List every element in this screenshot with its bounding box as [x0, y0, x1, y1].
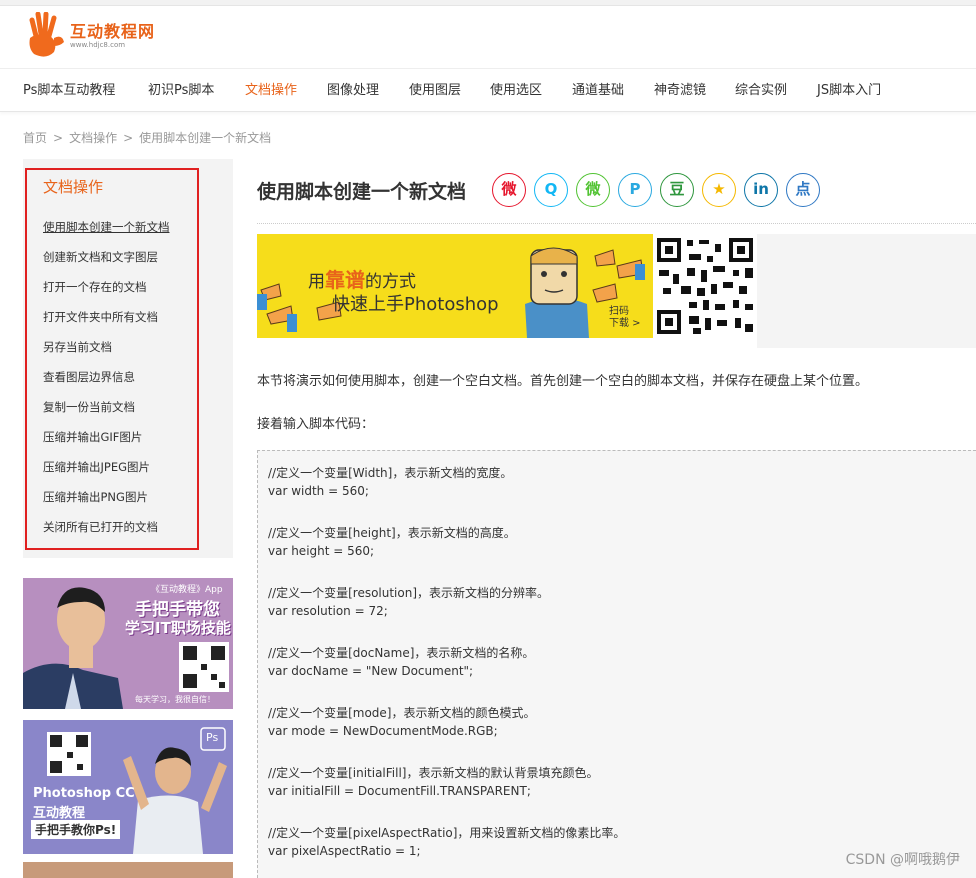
nav-item-filters[interactable]: 神奇滤镜 — [654, 69, 706, 113]
article-title: 使用脚本创建一个新文档 — [257, 181, 467, 203]
linkedin-icon[interactable]: in — [744, 173, 778, 207]
nav-item-js-intro[interactable]: JS脚本入门 — [817, 69, 881, 113]
ad2-title: Photoshop CC — [33, 786, 135, 801]
code-comment: //定义一个变量[docName]，表示新文档的名称。 — [268, 646, 535, 660]
code-prompt: 接着输入脚本代码： — [257, 417, 375, 432]
nav-item-examples[interactable]: 综合实例 — [735, 69, 787, 113]
hand-logo-icon — [29, 12, 64, 57]
code-comment: //定义一个变量[initialFill]，表示新文档的默认背景填充颜色。 — [268, 766, 599, 780]
qzone-icon[interactable]: ★ — [702, 173, 736, 207]
nav-item-selection[interactable]: 使用选区 — [490, 69, 542, 113]
banner-line-1: 用靠谱的方式 — [308, 264, 416, 293]
code-comment: //定义一个变量[height]，表示新文档的高度。 — [268, 526, 516, 540]
ad1-subheadline: 学习IT职场技能 — [125, 619, 231, 637]
banner-text-suffix: 的方式 — [365, 272, 416, 292]
sidebar-item[interactable]: 使用脚本创建一个新文档 — [43, 219, 170, 235]
banner-scan-text: 扫码 — [609, 306, 629, 317]
ad1-footer: 每天学习，我很自信！ — [135, 695, 215, 704]
code-statement: var resolution = 72; — [268, 604, 388, 618]
nav-item-document-ops[interactable]: 文档操作 — [245, 69, 297, 113]
breadcrumb-separator: > — [53, 131, 64, 145]
ad2-subtitle: 互动教程 — [33, 806, 86, 821]
app-ad-banner[interactable]: 《互动教程》App 手把手带您 学习IT职场技能 每天学习，我很自信！ — [23, 578, 233, 709]
sidebar-item[interactable]: 另存当前文档 — [43, 339, 112, 355]
code-statement: var docName = "New Document"; — [268, 664, 474, 678]
code-statement: var initialFill = DocumentFill.TRANSPARE… — [268, 784, 531, 798]
breadcrumb-current: 使用脚本创建一个新文档 — [139, 131, 272, 145]
sidebar-item[interactable]: 查看图层边界信息 — [43, 369, 135, 385]
logo-url: www.hdjc8.com — [70, 41, 126, 49]
csdn-watermark: CSDN @啊哦鹅伊 — [845, 852, 960, 868]
site-logo[interactable]: 互动教程网 www.hdjc8.com — [24, 12, 164, 62]
nav-item-intro[interactable]: 初识Ps脚本 — [148, 69, 214, 113]
sidebar-item[interactable]: 压缩并输出JPEG图片 — [43, 459, 150, 475]
banner-side-panel — [757, 234, 976, 348]
sidebar-title: 文档操作 — [43, 178, 104, 196]
qq-icon[interactable]: Q — [534, 173, 568, 207]
wechat-icon[interactable]: 微 — [576, 173, 610, 207]
main-nav: Ps脚本互动教程 初识Ps脚本 文档操作 图像处理 使用图层 使用选区 通道基础… — [0, 68, 976, 112]
sidebar-item[interactable]: 关闭所有已打开的文档 — [43, 519, 158, 535]
weibo-icon[interactable]: 微 — [492, 173, 526, 207]
sidebar-item[interactable]: 创建新文档和文字图层 — [43, 249, 158, 265]
sidebar-item[interactable]: 复制一份当前文档 — [43, 399, 135, 415]
sidebar-item[interactable]: 压缩并输出PNG图片 — [43, 489, 148, 505]
banner-text-highlight: 靠谱 — [325, 268, 365, 292]
pinterest-icon[interactable]: P — [618, 173, 652, 207]
douban-icon[interactable]: 豆 — [660, 173, 694, 207]
nav-item-ps-script-tutorial[interactable]: Ps脚本互动教程 — [23, 69, 115, 113]
breadcrumb: 首页 > 文档操作 > 使用脚本创建一个新文档 — [23, 129, 277, 146]
nav-item-image-processing[interactable]: 图像处理 — [327, 69, 379, 113]
intro-paragraph: 本节将演示如何使用脚本，创建一个空白文档。首先创建一个空白的脚本文档，并保存在硬… — [257, 374, 869, 389]
banner-text-prefix: 用 — [308, 272, 325, 292]
code-comment: //定义一个变量[resolution]，表示新文档的分辨率。 — [268, 586, 550, 600]
ad2-slogan: 手把手教你Ps! — [31, 820, 121, 839]
code-statement: var pixelAspectRatio = 1; — [268, 844, 421, 858]
breadcrumb-home[interactable]: 首页 — [23, 131, 47, 145]
code-statement: var height = 560; — [268, 544, 375, 558]
ad1-app-label: 《互动教程》App — [151, 585, 223, 595]
breadcrumb-section[interactable]: 文档操作 — [69, 131, 117, 145]
site-header: 互动教程网 www.hdjc8.com — [0, 6, 976, 66]
dianping-icon[interactable]: 点 — [786, 173, 820, 207]
ps-badge: Ps — [206, 731, 219, 744]
sidebar-item[interactable]: 打开文件夹中所有文档 — [43, 309, 158, 325]
sidebar-item[interactable]: 打开一个存在的文档 — [43, 279, 147, 295]
code-statement: var width = 560; — [268, 484, 369, 498]
third-ad-banner[interactable] — [23, 862, 233, 878]
sidebar-item[interactable]: 压缩并输出GIF图片 — [43, 429, 142, 445]
code-comment: //定义一个变量[pixelAspectRatio]，用来设置新文档的像素比率。 — [268, 826, 626, 840]
code-statement: var mode = NewDocumentMode.RGB; — [268, 724, 498, 738]
nav-item-layers[interactable]: 使用图层 — [409, 69, 461, 113]
code-comment: //定义一个变量[mode]，表示新文档的颜色模式。 — [268, 706, 536, 720]
nav-item-channels[interactable]: 通道基础 — [572, 69, 624, 113]
photoshop-course-ad[interactable]: Ps Photoshop CC 互动教程 手把手教你Ps! — [23, 720, 233, 854]
code-comment: //定义一个变量[Width]，表示新文档的宽度。 — [268, 466, 513, 480]
title-divider — [257, 223, 976, 224]
promo-banner[interactable]: 用靠谱的方式 快速上手Photoshop 扫码 下载 > — [257, 234, 757, 338]
banner-scan-label: 扫码 下载 > — [609, 306, 641, 330]
banner-line-2: 快速上手Photoshop — [332, 294, 499, 315]
breadcrumb-separator: > — [123, 131, 134, 145]
banner-download-text: 下载 > — [609, 318, 641, 329]
logo-text: 互动教程网 — [70, 22, 156, 41]
qr-code-icon — [653, 234, 757, 338]
